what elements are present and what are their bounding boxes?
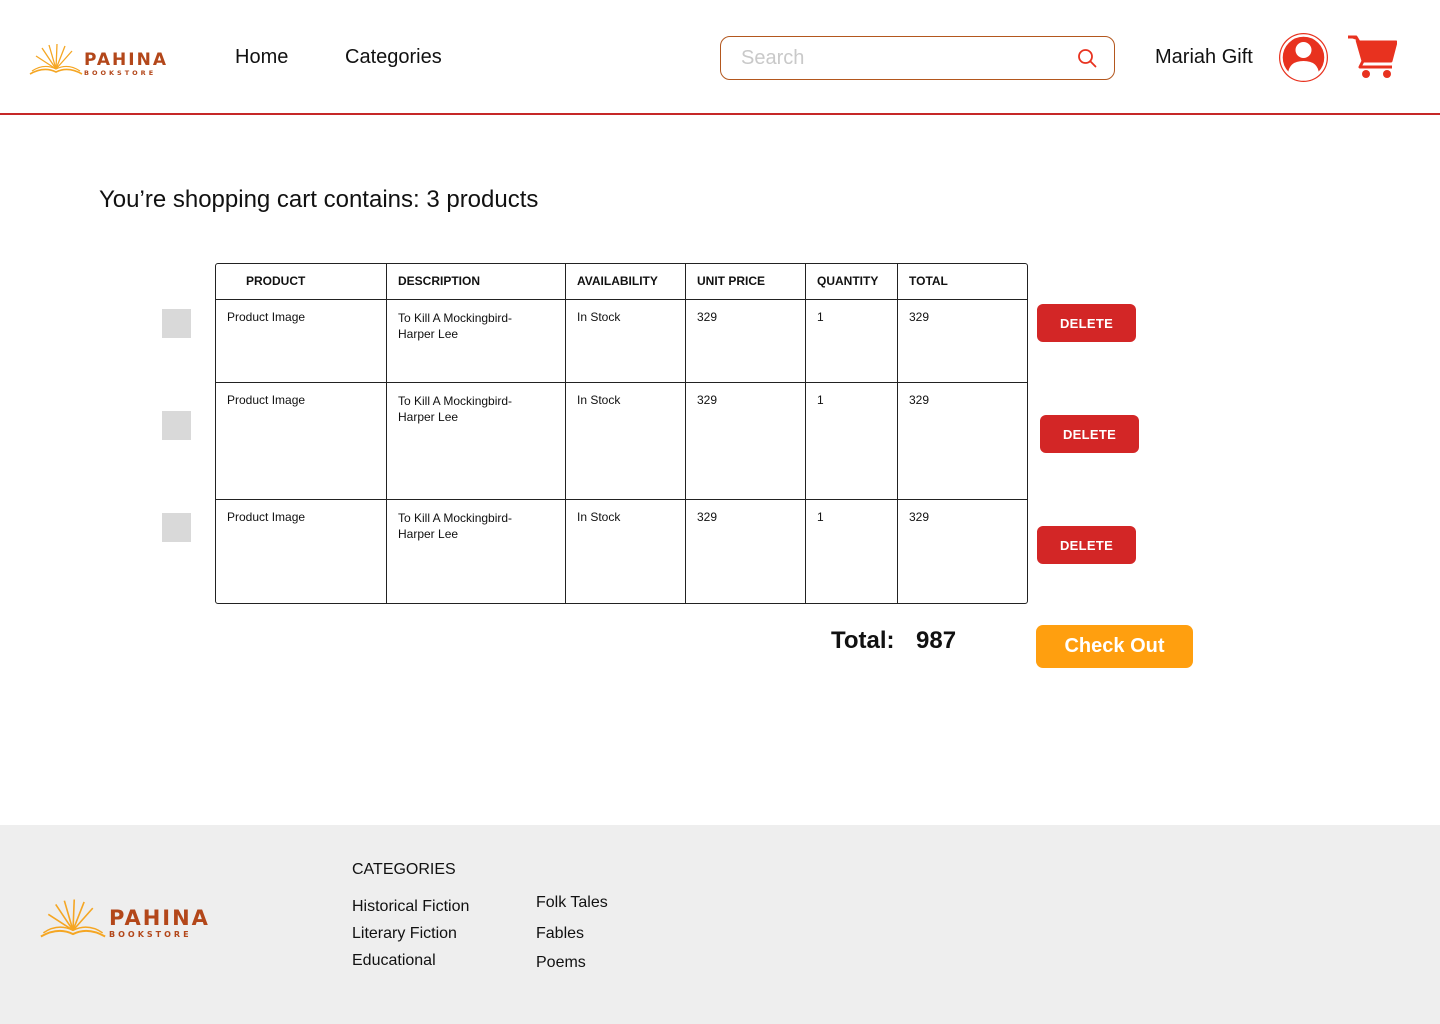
brand-tagline: BOOKSTORE <box>109 930 192 939</box>
header-logo[interactable]: PAHINA BOOKSTORE <box>28 42 168 76</box>
nav-home-link[interactable]: Home <box>235 46 288 69</box>
row-divider <box>216 299 1027 300</box>
delete-button[interactable]: DELETE <box>1037 304 1136 342</box>
column-divider <box>565 264 566 603</box>
cell-quantity[interactable]: 1 <box>817 393 824 407</box>
cell-quantity[interactable]: 1 <box>817 510 824 524</box>
cell-availability: In Stock <box>577 310 621 324</box>
cell-description: To Kill A Mockingbird- Harper Lee <box>398 511 513 541</box>
cell-product: Product Image <box>227 393 306 407</box>
header-product: PRODUCT <box>246 274 306 288</box>
brand-name: PAHINA <box>84 49 168 70</box>
cell-availability: In Stock <box>577 510 621 524</box>
footer-link-literary-fiction[interactable]: Literary Fiction <box>352 925 457 943</box>
open-book-icon <box>29 43 83 75</box>
search-box <box>720 36 1115 80</box>
cell-total: 329 <box>909 310 930 324</box>
footer-logo[interactable]: PAHINA BOOKSTORE <box>37 897 210 939</box>
checkout-button[interactable]: Check Out <box>1036 625 1193 668</box>
cell-total: 329 <box>909 393 930 407</box>
product-thumbnail <box>162 309 191 338</box>
column-divider <box>897 264 898 603</box>
header-total: TOTAL <box>909 274 948 288</box>
cell-availability: In Stock <box>577 393 621 407</box>
column-divider <box>805 264 806 603</box>
brand-name: PAHINA <box>109 906 210 930</box>
shopping-cart-icon[interactable] <box>1347 34 1397 80</box>
header-availability: AVAILABILITY <box>577 274 658 288</box>
brand-tagline: BOOKSTORE <box>84 68 157 77</box>
total-value: 987 <box>916 627 957 654</box>
cart-summary-title: You’re shopping cart contains: 3 product… <box>99 186 539 213</box>
cell-description: To Kill A Mockingbird- Harper Lee <box>398 311 513 341</box>
footer-link-fables[interactable]: Fables <box>536 925 584 943</box>
column-divider <box>685 264 686 603</box>
cell-quantity[interactable]: 1 <box>817 310 824 324</box>
header-unit-price: UNIT PRICE <box>697 274 766 288</box>
footer-link-educational[interactable]: Educational <box>352 952 436 970</box>
user-name[interactable]: Mariah Gift <box>1155 46 1253 69</box>
cell-unit-price: 329 <box>697 510 718 524</box>
product-thumbnail <box>162 513 191 542</box>
footer-categories-heading: CATEGORIES <box>352 861 456 878</box>
site-footer: PAHINA BOOKSTORE CATEGORIES Historical F… <box>0 825 1440 1024</box>
site-header: PAHINA BOOKSTORE Home Categories Mariah … <box>0 0 1440 115</box>
search-input[interactable] <box>741 45 1061 71</box>
user-avatar-icon[interactable] <box>1279 33 1328 82</box>
row-divider <box>216 382 1027 383</box>
product-thumbnail <box>162 411 191 440</box>
column-divider <box>386 264 387 603</box>
nav-categories-link[interactable]: Categories <box>345 46 442 69</box>
cart-table: PRODUCT DESCRIPTION AVAILABILITY UNIT PR… <box>215 263 1028 604</box>
total-label: Total: <box>831 627 895 654</box>
open-book-icon <box>40 899 106 938</box>
cell-unit-price: 329 <box>697 310 718 324</box>
footer-link-folk-tales[interactable]: Folk Tales <box>536 894 608 912</box>
delete-button[interactable]: DELETE <box>1040 415 1139 453</box>
cell-product: Product Image <box>227 510 306 524</box>
delete-button[interactable]: DELETE <box>1037 526 1136 564</box>
cell-description: To Kill A Mockingbird- Harper Lee <box>398 394 513 424</box>
header-description: DESCRIPTION <box>398 274 481 288</box>
row-divider <box>216 499 1027 500</box>
cell-total: 329 <box>909 510 930 524</box>
footer-link-historical-fiction[interactable]: Historical Fiction <box>352 898 469 916</box>
cell-product: Product Image <box>227 310 306 324</box>
header-quantity: QUANTITY <box>817 274 879 288</box>
footer-link-poems[interactable]: Poems <box>536 954 586 972</box>
search-icon[interactable] <box>1077 48 1097 68</box>
cell-unit-price: 329 <box>697 393 718 407</box>
